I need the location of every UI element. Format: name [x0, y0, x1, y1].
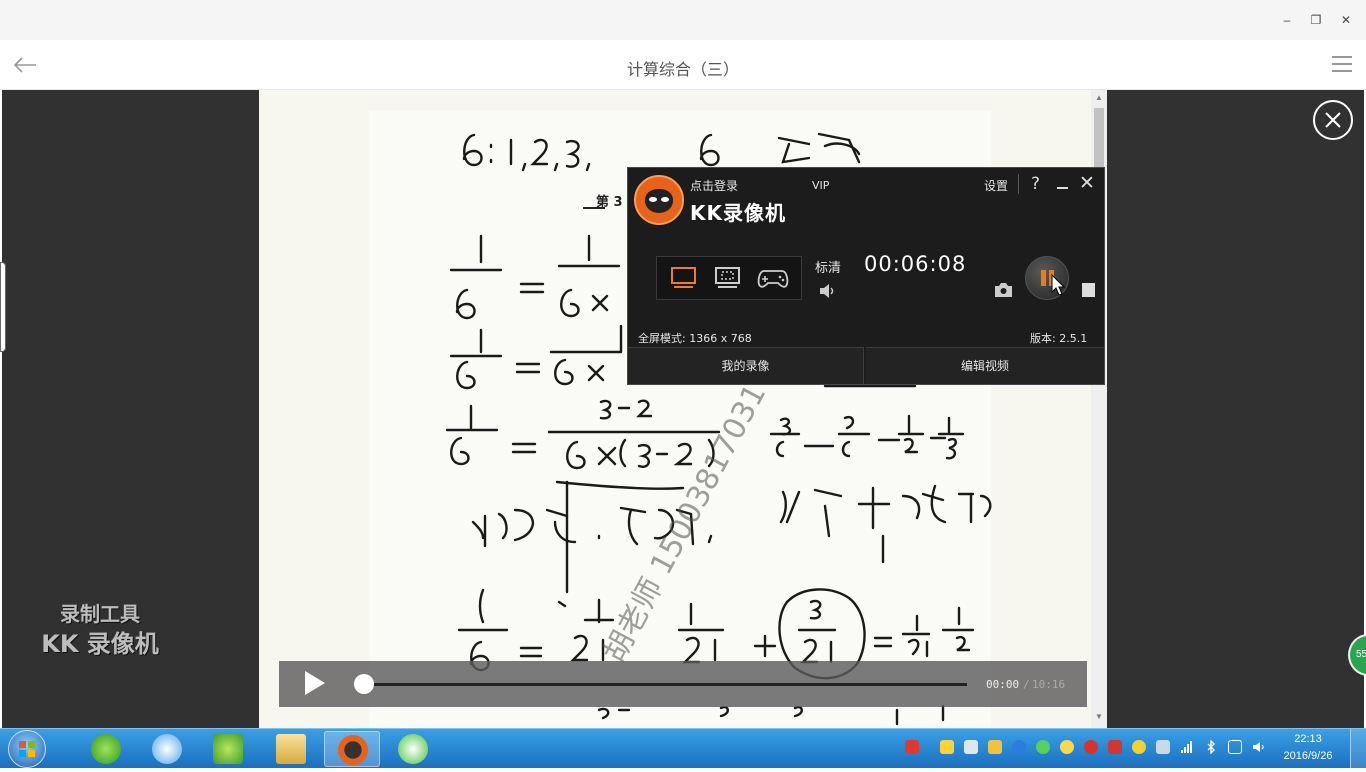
tray-app-icon[interactable] [1108, 740, 1122, 754]
sogou-input-icon[interactable] [905, 740, 919, 754]
video-progress-knob[interactable] [354, 674, 374, 694]
close-icon [1325, 112, 1341, 128]
screenshot-camera-icon[interactable] [994, 282, 1013, 298]
recorder-minimize-icon[interactable] [1057, 187, 1068, 189]
speaker-icon[interactable] [1252, 740, 1266, 754]
maximize-button[interactable]: ❐ [1308, 12, 1324, 28]
tray-guard-icon[interactable] [1132, 740, 1146, 754]
recorder-close-button[interactable]: ✕ [1079, 172, 1095, 194]
page-title: 计算综合（三） [626, 60, 739, 79]
close-viewer-button[interactable] [1313, 100, 1353, 140]
fullscreen-mode-icon[interactable] [670, 266, 697, 290]
screen-mode-info: 全屏模式: 1366 x 768 [638, 332, 752, 345]
clock-date[interactable]: 2016/9/26 [1276, 750, 1340, 762]
login-link[interactable]: 点击登录 [690, 177, 738, 194]
taskbar-app-360-browser[interactable] [78, 731, 134, 767]
taskbar-app-baidu-cloud[interactable] [139, 731, 195, 767]
side-drawer-handle[interactable] [0, 262, 6, 352]
clock-time[interactable]: 22:13 [1282, 733, 1334, 745]
scroll-up-icon[interactable]: ▲ [1091, 93, 1107, 105]
divider [1018, 174, 1019, 194]
tray-display-icon[interactable] [964, 740, 978, 754]
window-titlebar [0, 0, 1366, 40]
vip-link[interactable]: VIP [812, 179, 829, 192]
mouse-cursor-icon [1051, 273, 1066, 296]
volume-icon[interactable] [818, 283, 836, 299]
tray-kk-icon[interactable] [1084, 740, 1098, 754]
start-button-icon[interactable] [8, 730, 46, 768]
recording-timer: 00:06:08 [864, 252, 967, 276]
scroll-down-icon[interactable]: ▼ [1091, 712, 1107, 724]
edit-video-button[interactable]: 编辑视频 [866, 347, 1104, 384]
watermark-line2: KK 录像机 [41, 630, 159, 658]
taskbar-app-kk-recorder[interactable] [324, 731, 380, 767]
settings-button[interactable]: 设置 [984, 177, 1008, 194]
tray-wechat-icon[interactable] [1036, 740, 1050, 754]
kk-brand-title: KK录像机 [690, 201, 786, 225]
tray-browser-icon[interactable] [940, 740, 954, 754]
taskbar-app-wechat[interactable] [385, 731, 441, 767]
help-button[interactable]: ? [1031, 174, 1040, 194]
quality-selector[interactable]: 标清 [815, 257, 841, 276]
play-icon[interactable] [305, 671, 325, 695]
tray-qq-icon[interactable] [1060, 740, 1074, 754]
bluetooth-icon[interactable] [1204, 739, 1218, 755]
kk-logo-icon [634, 175, 684, 225]
removable-device-icon[interactable] [1228, 740, 1242, 754]
network-signal-icon[interactable] [1180, 740, 1194, 754]
tray-security-icon[interactable] [1012, 740, 1026, 754]
taskbar-app-video-player[interactable] [200, 731, 256, 767]
my-recordings-button[interactable]: 我的录像 [628, 347, 864, 384]
minimize-button[interactable]: – [1279, 12, 1295, 28]
total-time: 10:16 [1032, 678, 1066, 691]
tray-tool-icon[interactable] [988, 740, 1002, 754]
show-desktop-button[interactable] [1350, 729, 1366, 768]
version-info: 版本: 2.5.1 [1030, 332, 1088, 345]
watermark-line1: 录制工具 [60, 602, 140, 626]
stop-record-button[interactable] [1082, 283, 1095, 297]
taskbar-app-file-explorer[interactable] [263, 731, 319, 767]
region-mode-icon[interactable] [714, 266, 741, 290]
game-mode-icon[interactable] [756, 266, 790, 290]
current-time: 00:00 [986, 678, 1020, 691]
scrollbar-thumb[interactable] [1094, 108, 1104, 168]
hamburger-menu-icon[interactable] [1332, 56, 1352, 72]
tray-update-icon[interactable] [1156, 740, 1170, 754]
close-button[interactable]: ✕ [1338, 12, 1354, 28]
video-progress-track[interactable] [364, 683, 967, 686]
header-bar: 计算综合（三） [0, 40, 1366, 90]
time-separator: / [1023, 678, 1030, 691]
